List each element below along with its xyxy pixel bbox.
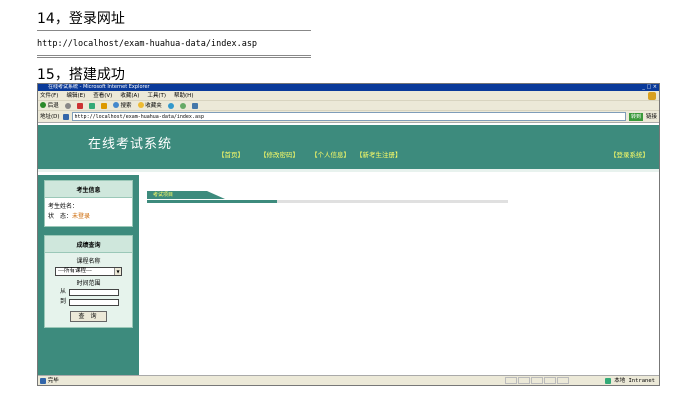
nav-profile[interactable]: 【个人信息】 [311, 149, 350, 159]
back-arrow-icon [40, 102, 46, 108]
student-info-panel: 考生信息 考生姓名： 状 态：未登录 [44, 180, 133, 227]
address-label: 地址(D) [40, 113, 60, 120]
site-nav: 【首页】 【修改密码】 【个人信息】 【新考生注册】 [218, 149, 402, 159]
page-icon [62, 113, 69, 120]
menu-file[interactable]: 文件(F) [40, 91, 58, 100]
status-label: 状 态： [48, 213, 73, 220]
stop-icon[interactable] [76, 102, 83, 109]
score-query-heading: 成绩查询 [45, 236, 132, 253]
menu-view[interactable]: 查看(V) [93, 91, 112, 100]
query-button[interactable]: 查 询 [69, 311, 108, 322]
status-text: 完毕 [47, 378, 59, 384]
sidebar: 考生信息 考生姓名： 状 态：未登录 成绩查询 课程名称 ---所有课程--- … [38, 175, 139, 375]
nav-change-password[interactable]: 【修改密码】 [260, 149, 299, 159]
from-label: 从 [60, 288, 67, 295]
to-date-input[interactable] [69, 298, 120, 306]
site-title: 在线考试系统 [88, 137, 173, 152]
to-row: 到 [48, 297, 129, 307]
window-titlebar: 在线考试系统 - Microsoft Internet Explorer _ □… [38, 84, 659, 91]
toolbar: 后退 搜索 收藏夹 [38, 101, 659, 111]
home-icon[interactable] [100, 102, 107, 109]
menu-bar: 文件(F) 编辑(E) 查看(V) 收藏(A) 工具(T) 帮助(H) [38, 91, 659, 101]
student-name-label: 考生姓名： [48, 203, 79, 210]
to-label: 到 [60, 298, 67, 305]
search-icon [112, 102, 119, 108]
status-bar: 完毕 本地 Intranet [38, 375, 659, 385]
address-input[interactable]: http://localhost/exam-huahua-data/index.… [71, 112, 626, 121]
media-icon[interactable] [167, 102, 174, 109]
web-page: 在线考试系统 【首页】 【修改密码】 【个人信息】 【新考生注册】 【登录系统】… [38, 125, 659, 375]
tab-underline [147, 200, 508, 203]
go-button[interactable]: 转到 [628, 112, 643, 121]
step14-title: 14，登录网址 [37, 11, 125, 27]
forward-arrow-icon[interactable] [64, 102, 71, 109]
menu-tools[interactable]: 工具(T) [147, 91, 166, 100]
student-info-body: 考生姓名： 状 态：未登录 [45, 198, 132, 226]
links-label[interactable]: 链接 [646, 111, 659, 123]
status-value: 未登录 [72, 213, 91, 220]
score-query-body: 课程名称 ---所有课程--- ▼ 时间范围 从 到 查 询 [45, 253, 132, 327]
window-title: 在线考试系统 - Microsoft Internet Explorer [48, 84, 150, 90]
menu-help[interactable]: 帮助(H) [174, 91, 193, 100]
nav-login[interactable]: 【登录系统】 [610, 149, 649, 159]
intranet-icon [604, 377, 611, 384]
address-bar: 地址(D) http://localhost/exam-huahua-data/… [38, 111, 659, 123]
student-info-heading: 考生信息 [45, 181, 132, 198]
from-row: 从 [48, 287, 129, 297]
site-header: 在线考试系统 【首页】 【修改密码】 【个人信息】 【新考生注册】 【登录系统】 [38, 125, 659, 172]
range-label: 时间范围 [76, 280, 101, 287]
from-date-input[interactable] [69, 288, 120, 296]
menu-edit[interactable]: 编辑(E) [66, 91, 85, 100]
status-cells [505, 377, 569, 384]
main-content: 考试项目 [147, 181, 508, 203]
refresh-icon[interactable] [88, 102, 95, 109]
course-label: 课程名称 [76, 258, 101, 265]
score-query-panel: 成绩查询 课程名称 ---所有课程--- ▼ 时间范围 从 到 查 询 [44, 235, 133, 328]
step14-url: http://localhost/exam-huahua-data/index.… [37, 30, 311, 58]
student-status-row: 状 态：未登录 [48, 212, 129, 222]
favorites-button[interactable]: 收藏夹 [137, 101, 162, 111]
window-controls[interactable]: _ □ × [642, 84, 657, 91]
chevron-down-icon: ▼ [114, 268, 121, 275]
tab-underline-fill [147, 200, 277, 203]
windows-logo-icon [648, 92, 656, 100]
browser-window: 在线考试系统 - Microsoft Internet Explorer _ □… [37, 83, 660, 386]
zone-indicator: 本地 Intranet [604, 376, 655, 385]
step15-title: 15，搭建成功 [37, 67, 125, 83]
menu-favorites[interactable]: 收藏(A) [120, 91, 139, 100]
history-icon[interactable] [179, 102, 186, 109]
nav-home[interactable]: 【首页】 [218, 149, 244, 159]
nav-register[interactable]: 【新考生注册】 [356, 149, 402, 159]
star-icon [137, 102, 144, 108]
search-button[interactable]: 搜索 [112, 101, 132, 111]
mail-icon[interactable] [191, 102, 198, 109]
exam-items-tab[interactable]: 考试项目 [147, 191, 225, 199]
course-select[interactable]: ---所有课程--- ▼ [55, 267, 122, 276]
page-done-icon [40, 377, 46, 384]
back-button[interactable]: 后退 [40, 101, 59, 111]
